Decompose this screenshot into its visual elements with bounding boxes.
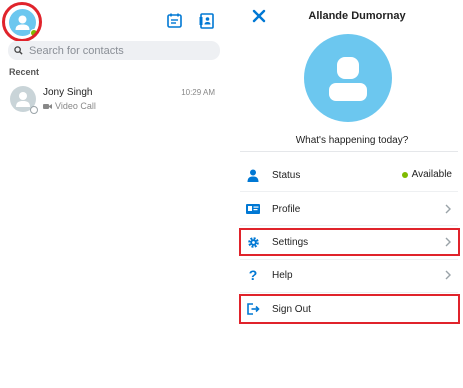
menu-item-status[interactable]: Status Available (240, 162, 458, 188)
timestamp: 10:29 AM (181, 88, 215, 97)
divider (240, 259, 458, 260)
contacts-panel: Recent Jony Singh Video Call 10:29 AM (0, 0, 225, 388)
call-type-label: Video Call (55, 101, 96, 111)
search-bar[interactable] (8, 41, 220, 60)
search-input[interactable] (29, 44, 209, 57)
menu-item-profile[interactable]: Profile (240, 196, 458, 222)
new-chat-icon[interactable] (166, 12, 184, 30)
divider (240, 225, 458, 226)
settings-highlight-box (239, 228, 460, 256)
list-item[interactable]: Jony Singh Video Call 10:29 AM (0, 82, 225, 118)
contact-name: Jony Singh (43, 87, 93, 98)
question-icon: ? (248, 267, 258, 283)
profile-card-icon (246, 204, 260, 214)
recent-heading: Recent (9, 67, 40, 77)
profile-panel: Allande Dumornay What's happening today?… (232, 0, 463, 388)
divider (240, 292, 458, 293)
menu-item-help[interactable]: ? Help (240, 262, 458, 288)
sign-out-highlight-box (239, 294, 460, 324)
contacts-book-icon[interactable] (198, 12, 216, 30)
menu-item-label: Profile (272, 203, 301, 215)
mood-message[interactable]: What's happening today? (252, 135, 452, 146)
menu-item-label: Help (272, 269, 293, 281)
search-icon (14, 46, 23, 55)
person-silhouette-icon (329, 57, 367, 101)
mood-underline (240, 151, 458, 152)
menu-item-label: Status (272, 169, 301, 181)
divider (240, 191, 458, 192)
chevron-right-icon (445, 204, 451, 214)
video-camera-icon (43, 103, 52, 109)
contact-subtitle: Video Call (43, 101, 96, 111)
close-icon[interactable] (252, 9, 266, 23)
chevron-right-icon (445, 270, 451, 280)
avatar-highlight-ring (2, 2, 42, 42)
available-dot (401, 171, 408, 178)
person-icon (247, 169, 259, 182)
status-text: Available (411, 169, 452, 180)
profile-avatar[interactable] (304, 34, 392, 122)
offline-status-dot (30, 106, 38, 114)
profile-name: Allande Dumornay (308, 10, 406, 22)
status-value: Available (401, 169, 452, 180)
